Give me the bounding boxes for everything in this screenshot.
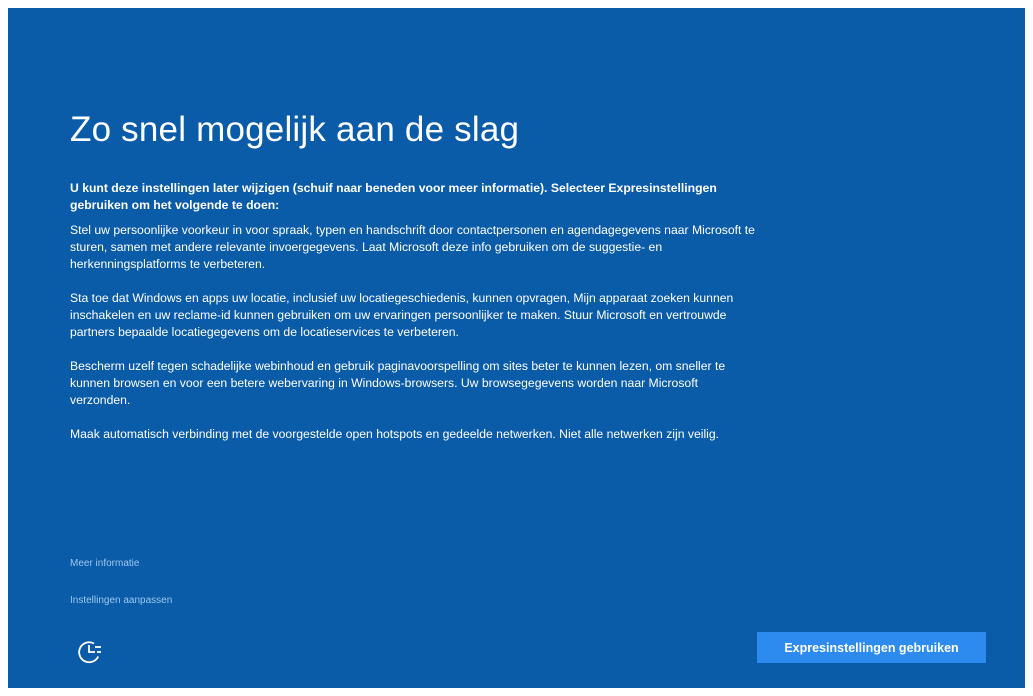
paragraph-browser-protection: Bescherm uzelf tegen schadelijke webinho…: [70, 359, 726, 407]
paragraph-connectivity: Maak automatisch verbinding met de voorg…: [70, 427, 720, 441]
ease-of-access-icon: [78, 641, 101, 664]
customize-settings-link[interactable]: Instellingen aanpassen: [70, 595, 172, 606]
settings-description: U kunt deze instellingen later wijzigen …: [70, 180, 760, 460]
paragraph-personalization: Stel uw persoonlijke voorkeur in voor sp…: [70, 223, 755, 271]
intro-text: U kunt deze instellingen later wijzigen …: [70, 181, 717, 212]
ease-of-access-button[interactable]: [74, 636, 106, 668]
setup-screen: Zo snel mogelijk aan de slag U kunt deze…: [8, 8, 1025, 688]
paragraph-location: Sta toe dat Windows en apps uw locatie, …: [70, 291, 734, 339]
use-express-settings-button[interactable]: Expresinstellingen gebruiken: [757, 632, 986, 663]
more-info-link[interactable]: Meer informatie: [70, 558, 139, 569]
page-title: Zo snel mogelijk aan de slag: [70, 110, 520, 149]
